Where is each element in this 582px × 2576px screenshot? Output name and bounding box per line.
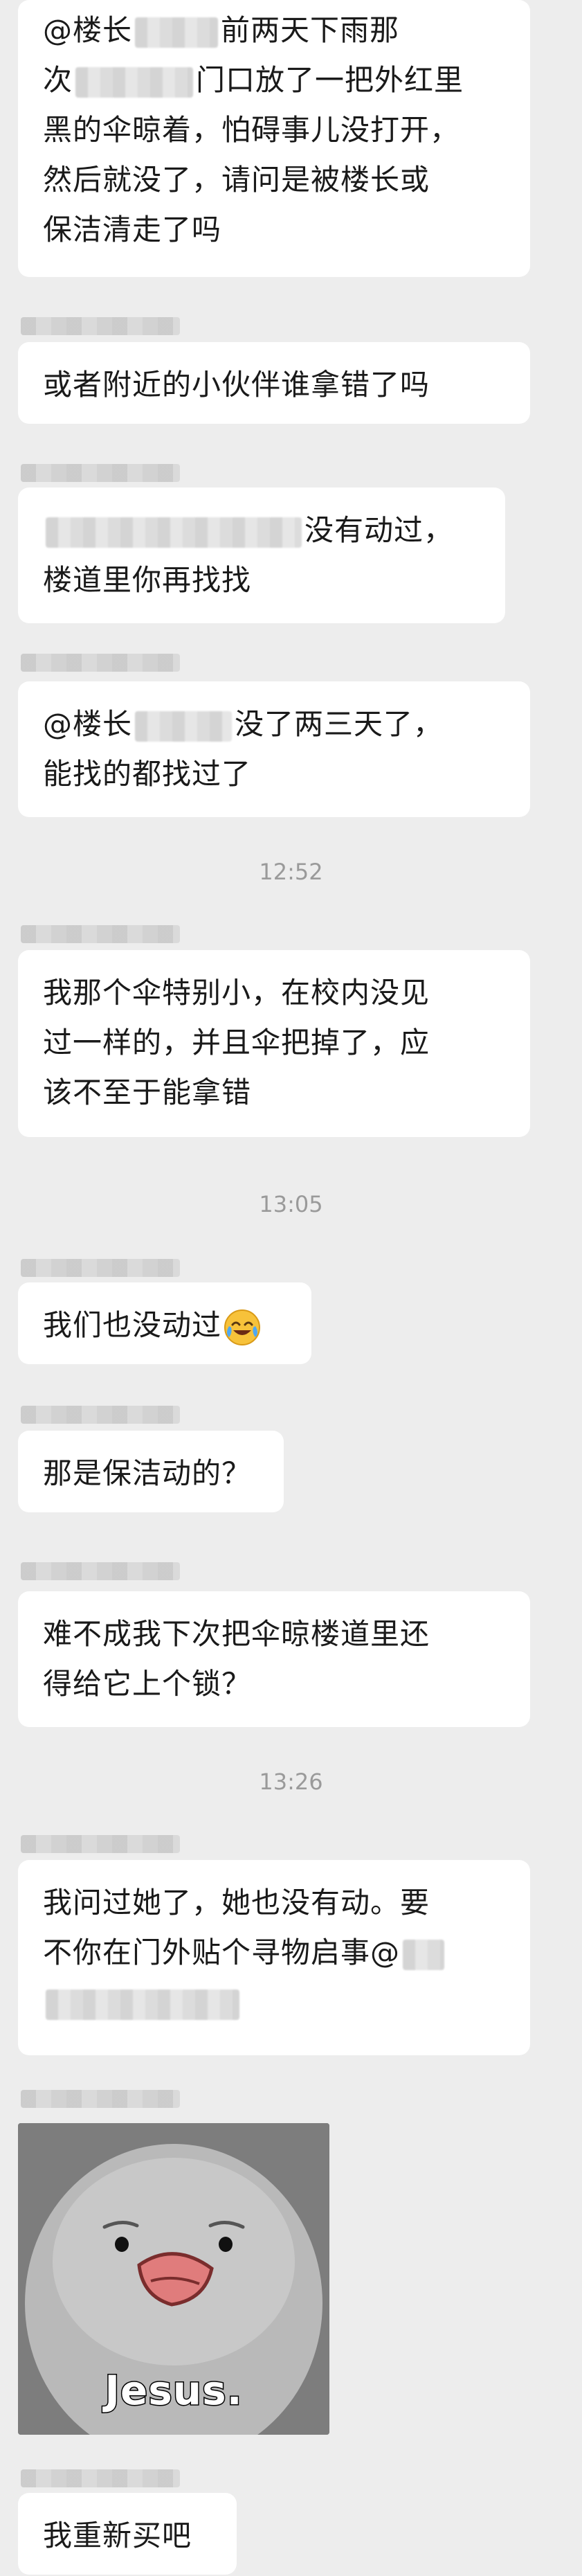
message-bubble[interactable]: 我们也没动过 [18,1282,311,1364]
message-text: 前两天下雨那 [221,13,400,47]
message-line: 我们也没动过 [43,1300,287,1350]
sender-name [21,1835,180,1853]
message-bubble[interactable]: 我重新买吧 [18,2493,237,2575]
message-text: 我重新买吧 [43,2519,192,2552]
message-text: 或者附近的小伙伴谁拿错了吗 [43,368,430,402]
sender-name [21,654,180,672]
mention-text[interactable]: @楼长 [43,707,132,741]
mention-text[interactable]: @楼长 [43,13,132,47]
message-text: 那是保洁动的？ [43,1456,252,1490]
message-line: 没有动过， [43,506,480,555]
message-line [43,1978,505,2028]
sender-name [21,464,180,482]
message-bubble[interactable]: 我那个伞特别小，在校内没见 过一样的，并且伞把掉了，应 该不至于能拿错 [18,950,530,1137]
message-bubble[interactable]: 或者附近的小伙伴谁拿错了吗 [18,342,530,424]
redacted-location [75,66,194,98]
message-text: 不你在门外贴个寻物启事@ [43,1935,401,1969]
message-bubble[interactable]: 我问过她了，她也没有动。要 不你在门外贴个寻物启事@ [18,1860,530,2055]
message-text: 没有动过， [304,513,454,547]
message-text: 我们也没动过 [43,1308,222,1342]
message-bubble[interactable]: 那是保洁动的？ [18,1431,284,1512]
message-line: 难不成我下次把伞晾楼道里还 [43,1617,430,1651]
sad-bird-sticker-icon[interactable]: Jesus. [18,2123,329,2435]
timestamp: 13:26 [259,1769,323,1795]
message-bubble[interactable]: @楼长 没了两三天了， 能找的都找过了 [18,681,530,817]
redacted-name [135,17,219,48]
redacted-name [46,517,302,548]
message-line: @楼长 没了两三天了， [43,699,505,749]
crying-laughing-emoji-icon [224,1309,261,1345]
message-line: 得给它上个锁？ [43,1667,252,1701]
message-line: 我问过她了，她也没有动。要 [43,1886,430,1920]
sender-name [21,1562,180,1580]
sender-name [21,317,180,335]
message-line: 次 门口放了一把外红里 [43,55,505,105]
message-line: 然后就没了，请问是被楼长或 [43,163,430,197]
sender-name [21,2469,180,2487]
message-line: 保洁清走了吗 [43,213,222,247]
sticker-caption: Jesus. [104,2366,243,2415]
redacted-name [403,1939,445,1970]
message-line: @楼长 前两天下雨那 [43,6,505,55]
timestamp: 13:05 [259,1191,323,1217]
message-bubble[interactable]: 没有动过， 楼道里你再找找 [18,488,505,623]
message-bubble[interactable]: 难不成我下次把伞晾楼道里还 得给它上个锁？ [18,1591,530,1727]
message-bubble[interactable]: @楼长 前两天下雨那 次 门口放了一把外红里 黑的伞晾着，怕碍事儿没打开， 然后就没… [18,0,530,277]
message-line: 该不至于能拿错 [43,1075,252,1109]
redacted-name [135,710,233,742]
message-line: 楼道里你再找找 [43,563,252,597]
message-text: 没了两三天了， [235,707,444,741]
message-line: 过一样的，并且伞把掉了，应 [43,1026,430,1059]
message-text: 门口放了一把外红里 [196,63,464,97]
timestamp: 12:52 [259,859,323,885]
message-line: 黑的伞晾着，怕碍事儿没打开， [43,113,460,147]
message-line: 我那个伞特别小，在校内没见 [43,976,430,1010]
sender-name [21,1406,180,1424]
redacted-name [46,1989,239,2020]
sender-name [21,925,180,943]
message-text: 次 [43,63,73,97]
sender-name [21,1259,180,1277]
sender-name [21,2090,180,2108]
message-line: 不你在门外贴个寻物启事@ [43,1928,505,1978]
message-line: 能找的都找过了 [43,757,252,791]
